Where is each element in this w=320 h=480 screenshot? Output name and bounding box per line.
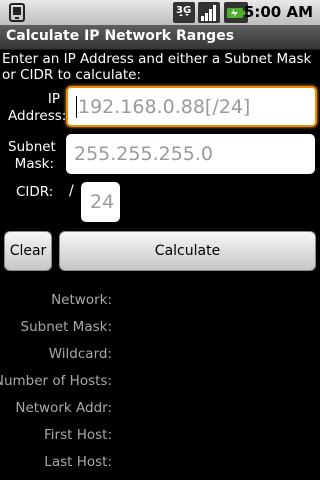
calculate-button[interactable]: Calculate (59, 231, 316, 271)
subnet-mask-label: Subnet Mask: (8, 139, 56, 173)
svg-text:3G: 3G (176, 5, 191, 16)
result-number-of-hosts-label: Number of Hosts: (0, 373, 112, 389)
signal-strength-icon (198, 2, 220, 27)
subnet-mask-input[interactable]: 255.255.255.0 (66, 134, 315, 174)
ip-address-label-line2: Address: (8, 108, 67, 124)
clock: 5:00 AM (243, 3, 313, 21)
title-bar: Calculate IP Network Ranges (0, 25, 320, 50)
app-title: Calculate IP Network Ranges (6, 28, 235, 44)
ip-address-label: IP Address: (8, 91, 67, 125)
cidr-separator: / (69, 183, 74, 199)
instructions-text: Enter an IP Address and either a Subnet … (2, 51, 312, 83)
subnet-mask-label-line2: Mask: (14, 156, 54, 172)
subnet-mask-placeholder: 255.255.255.0 (74, 143, 214, 165)
cidr-label: CIDR: (16, 184, 54, 200)
ip-address-input[interactable]: 192.168.0.88[/24] (66, 86, 317, 127)
result-last-host-label: Last Host: (44, 454, 112, 470)
ip-address-label-line1: IP (47, 91, 60, 107)
clear-button[interactable]: Clear (4, 231, 52, 271)
result-wildcard-label: Wildcard: (48, 346, 112, 362)
subnet-mask-label-line1: Subnet (8, 139, 56, 155)
result-subnet-mask-label: Subnet Mask: (20, 319, 112, 335)
3g-data-icon: 3G (173, 2, 195, 27)
cidr-placeholder: 24 (90, 191, 115, 213)
result-first-host-label: First Host: (44, 427, 112, 443)
result-network-addr-label: Network Addr: (15, 400, 112, 416)
cidr-input[interactable]: 24 (81, 182, 120, 222)
result-network-label: Network: (51, 292, 112, 308)
status-bar: 3G 5:00 AM (0, 0, 320, 25)
ip-address-placeholder: 192.168.0.88[/24] (78, 95, 251, 118)
notification-icon (8, 3, 28, 26)
text-cursor (76, 95, 77, 118)
